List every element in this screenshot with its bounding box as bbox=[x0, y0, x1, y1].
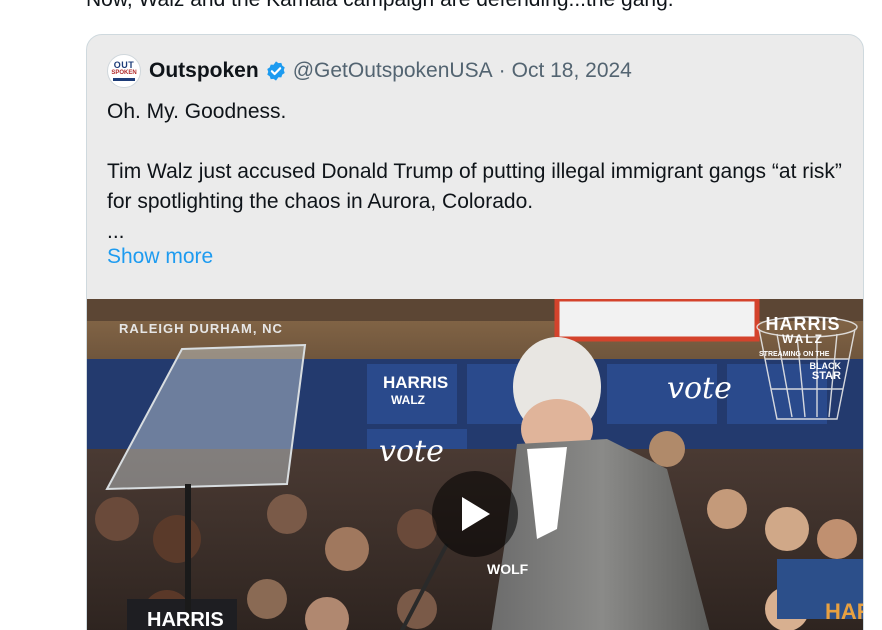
video-frame bbox=[87, 299, 863, 630]
video-location-caption: RALEIGH DURHAM, NC bbox=[119, 321, 283, 336]
header-separator: · bbox=[498, 59, 506, 82]
sign-walz: WALZ bbox=[391, 393, 425, 407]
post-text: Now, Walz and the Kamala campaign are de… bbox=[86, 0, 674, 12]
quoted-tweet-header: OUT SPOKEN Outspoken @GetOutspokenUSA · … bbox=[107, 53, 632, 89]
show-more-link[interactable]: Show more bbox=[107, 245, 213, 269]
quoted-text-ellipsis: ... bbox=[107, 220, 125, 243]
quoted-tweet-text: Oh. My. Goodness. Tim Walz just accused … bbox=[107, 97, 847, 247]
play-button[interactable] bbox=[432, 471, 518, 557]
avatar-logo-text: OUT bbox=[113, 60, 135, 70]
sign-vote-left: vote bbox=[379, 434, 444, 469]
broadcast-logo: HARRIS WALZ STREAMING ON THE BLACK STAR bbox=[755, 315, 851, 382]
play-icon bbox=[462, 497, 490, 531]
partial-sign-har: HAR bbox=[825, 599, 863, 624]
post-date[interactable]: Oct 18, 2024 bbox=[512, 59, 632, 83]
author-avatar[interactable]: OUT SPOKEN bbox=[107, 54, 141, 88]
author-handle[interactable]: @GetOutspokenUSA bbox=[293, 59, 493, 83]
verified-badge-icon bbox=[266, 61, 285, 81]
brand-line5: STAR bbox=[811, 370, 841, 382]
brand-line1: HARRIS bbox=[765, 314, 841, 334]
shirt-text: HARRIS bbox=[147, 609, 224, 630]
quoted-text-line1: Oh. My. Goodness. bbox=[107, 100, 287, 123]
author-name[interactable]: Outspoken bbox=[149, 59, 259, 83]
video-player[interactable]: RALEIGH DURHAM, NC HARRIS WALZ STREAMING… bbox=[87, 299, 863, 630]
sign-vote-right: vote bbox=[667, 371, 732, 406]
tweet-view: Now, Walz and the Kamala campaign are de… bbox=[0, 0, 882, 630]
sign-harris: HARRIS bbox=[383, 373, 449, 392]
partial-sign-wolf: WOLF bbox=[487, 561, 529, 577]
avatar-logo-bar bbox=[113, 78, 135, 81]
avatar-logo-subtext: SPOKEN bbox=[111, 70, 137, 76]
brand-line2: WALZ bbox=[782, 332, 824, 346]
brand-line3: STREAMING ON THE bbox=[759, 351, 830, 358]
quoted-text-line2: Tim Walz just accused Donald Trump of pu… bbox=[107, 160, 842, 213]
quoted-tweet-card[interactable]: OUT SPOKEN Outspoken @GetOutspokenUSA · … bbox=[86, 34, 864, 630]
